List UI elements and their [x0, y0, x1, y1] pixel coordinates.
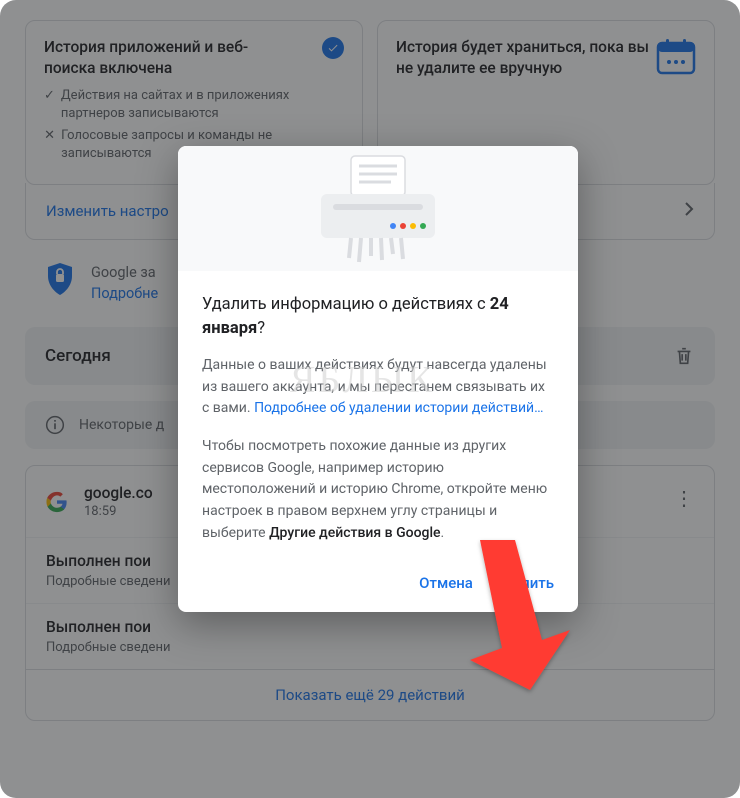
dialog-hero: [178, 146, 578, 271]
delete-button[interactable]: Удалить: [495, 574, 554, 592]
delete-dialog: Удалить информацию о действиях с 24 янва…: [178, 146, 578, 612]
dialog-title: Удалить информацию о действиях с 24 янва…: [202, 293, 554, 341]
dialog-paragraph-1: Данные о ваших действиях будут навсегда …: [202, 355, 554, 420]
learn-more-link[interactable]: Подробнее об удалении истории действий…: [254, 400, 543, 416]
shredder-icon: [303, 154, 453, 264]
dialog-actions: Отмена Удалить: [178, 568, 578, 612]
dialog-paragraph-2: Чтобы посмотреть похожие данные из други…: [202, 436, 554, 544]
cancel-button[interactable]: Отмена: [419, 574, 473, 592]
